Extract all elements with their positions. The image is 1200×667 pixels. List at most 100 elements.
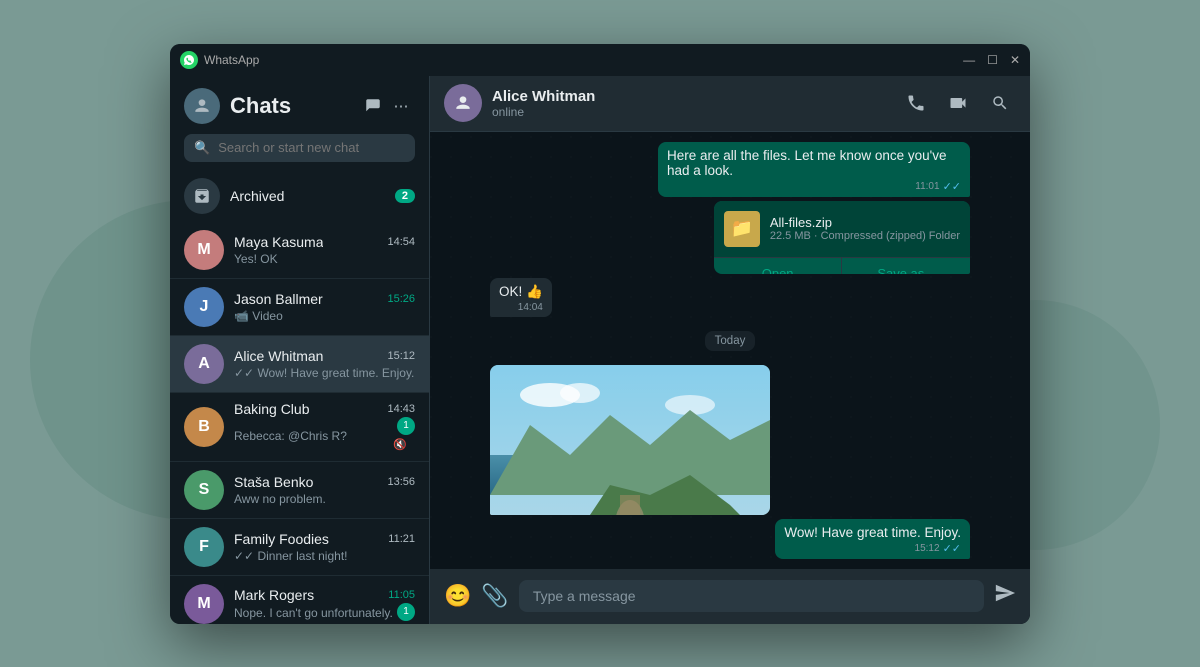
send-button[interactable]: [994, 582, 1016, 610]
chat-item-time: 15:12: [387, 350, 415, 362]
message-time: 11:01: [915, 181, 939, 192]
chat-preview-row: 📹 Video: [234, 307, 415, 323]
image-preview: [490, 365, 770, 515]
file-name: All-files.zip: [770, 215, 960, 230]
video-call-button[interactable]: [942, 87, 974, 119]
unread-count-badge: 1: [397, 417, 415, 435]
chat-item-time: 11:05: [388, 589, 415, 601]
chat-item-name: Baking Club: [234, 401, 310, 417]
chat-header-actions: [900, 87, 1016, 119]
chat-avatar: B: [184, 407, 224, 447]
chat-item-name: Family Foodies: [234, 531, 329, 547]
chat-item-time: 14:54: [387, 236, 415, 248]
chat-list-item[interactable]: S Staša Benko 13:56 Aww no problem.: [170, 462, 429, 519]
open-file-button[interactable]: Open: [714, 257, 842, 274]
maximize-button[interactable]: ☐: [987, 53, 998, 67]
chat-item-preview: Yes! OK: [234, 252, 278, 266]
close-button[interactable]: ✕: [1010, 53, 1020, 67]
chat-item-info: Alice Whitman 15:12 ✓✓ Wow! Have great t…: [234, 348, 415, 380]
chat-item-info: Maya Kasuma 14:54 Yes! OK: [234, 234, 415, 266]
read-receipt-icon: ✓✓: [943, 542, 961, 555]
titlebar-label: WhatsApp: [204, 53, 963, 67]
chat-name-row: Maya Kasuma 14:54: [234, 234, 415, 250]
chat-avatar: S: [184, 470, 224, 510]
chat-item-time: 15:26: [387, 293, 415, 305]
chat-list-item[interactable]: F Family Foodies 11:21 ✓✓ Dinner last ni…: [170, 519, 429, 576]
voice-call-button[interactable]: [900, 87, 932, 119]
message-meta: 14:04: [499, 302, 543, 313]
attach-button[interactable]: 📎: [481, 583, 508, 609]
chat-item-info: Mark Rogers 11:05 Nope. I can't go unfor…: [234, 587, 415, 621]
app-window: WhatsApp — ☐ ✕ Chats ⋯: [170, 44, 1030, 624]
chat-item-preview: ✓✓ Dinner last night!: [234, 549, 348, 563]
save-file-button[interactable]: Save as...: [841, 257, 970, 274]
chat-avatar: F: [184, 527, 224, 567]
chat-preview-row: Aww no problem.: [234, 490, 415, 506]
file-card: 📁 All-files.zip 22.5 MB · Compressed (zi…: [714, 201, 970, 257]
chat-name-row: Family Foodies 11:21: [234, 531, 415, 547]
chat-header: Alice Whitman online: [430, 76, 1030, 132]
chat-item-time: 14:43: [387, 403, 415, 415]
chat-list-item[interactable]: B Baking Club 14:43 Rebecca: @Chris R? 1…: [170, 393, 429, 462]
chat-preview-row: ✓✓ Wow! Have great time. Enjoy.: [234, 364, 415, 380]
muted-icon: 🔇: [393, 439, 407, 451]
file-icon: 📁: [724, 211, 760, 247]
chat-status: online: [492, 105, 900, 119]
chat-item-preview: Nope. I can't go unfortunately.: [234, 606, 393, 620]
chat-preview-row: Rebecca: @Chris R? 1 🔇: [234, 417, 415, 453]
file-attachment-bubble: 📁 All-files.zip 22.5 MB · Compressed (zi…: [714, 201, 970, 274]
chat-list-item[interactable]: J Jason Ballmer 15:26 📹 Video: [170, 279, 429, 336]
minimize-button[interactable]: —: [963, 53, 975, 67]
message-bubble: Here are all the files. Let me know once…: [658, 142, 970, 197]
chat-header-avatar[interactable]: [444, 84, 482, 122]
more-options-button[interactable]: ⋯: [387, 92, 415, 120]
chat-avatar: J: [184, 287, 224, 327]
chat-item-time: 13:56: [387, 476, 415, 488]
archive-icon: [184, 178, 220, 214]
chat-preview-row: Nope. I can't go unfortunately. 1: [234, 603, 415, 621]
file-actions: Open Save as...: [714, 257, 970, 274]
chat-avatar: M: [184, 584, 224, 624]
chat-list-item[interactable]: M Maya Kasuma 14:54 Yes! OK: [170, 222, 429, 279]
chat-item-preview: ✓✓ Wow! Have great time. Enjoy.: [234, 366, 414, 380]
chat-item-time: 11:21: [388, 533, 415, 545]
archived-label: Archived: [230, 188, 395, 204]
chat-avatar: A: [184, 344, 224, 384]
chat-name-row: Staša Benko 13:56: [234, 474, 415, 490]
input-bar: 😊 📎: [430, 569, 1030, 624]
search-input[interactable]: [218, 140, 405, 155]
user-avatar[interactable]: [184, 88, 220, 124]
message-text: Here are all the files. Let me know once…: [667, 148, 961, 178]
search-messages-button[interactable]: [984, 87, 1016, 119]
sidebar-header: Chats ⋯ 🔍: [170, 76, 429, 170]
app-logo: [180, 51, 198, 69]
chat-item-name: Staša Benko: [234, 474, 313, 490]
sidebar: Chats ⋯ 🔍 Archived 2: [170, 76, 430, 624]
emoji-button[interactable]: 😊: [444, 583, 471, 609]
chat-list-item[interactable]: A Alice Whitman 15:12 ✓✓ Wow! Have great…: [170, 336, 429, 393]
chat-item-badge: 1: [393, 603, 415, 621]
archived-row[interactable]: Archived 2: [170, 170, 429, 222]
message-text: Wow! Have great time. Enjoy.: [784, 525, 961, 540]
chat-item-name: Mark Rogers: [234, 587, 314, 603]
message-time: 15:12: [915, 543, 940, 554]
chat-name-row: Jason Ballmer 15:26: [234, 291, 415, 307]
chat-item-info: Staša Benko 13:56 Aww no problem.: [234, 474, 415, 506]
day-label: Today: [705, 331, 756, 351]
chat-item-preview: Rebecca: @Chris R?: [234, 429, 347, 443]
chat-item-name: Alice Whitman: [234, 348, 323, 364]
new-chat-button[interactable]: [359, 92, 387, 120]
chat-item-preview: Aww no problem.: [234, 492, 326, 506]
search-icon: 🔍: [194, 140, 210, 156]
chat-avatar: M: [184, 230, 224, 270]
message-text: OK! 👍: [499, 284, 543, 300]
chat-preview-row: ✓✓ Dinner last night!: [234, 547, 415, 563]
chat-preview-row: Yes! OK: [234, 250, 415, 266]
chat-item-preview: 📹 Video: [234, 309, 283, 323]
chat-list-item[interactable]: M Mark Rogers 11:05 Nope. I can't go unf…: [170, 576, 429, 624]
chat-item-name: Jason Ballmer: [234, 291, 323, 307]
chat-name-row: Mark Rogers 11:05: [234, 587, 415, 603]
message-input[interactable]: [519, 580, 984, 612]
archived-badge: 2: [395, 189, 415, 203]
read-receipt-icon: ✓✓: [943, 180, 961, 193]
